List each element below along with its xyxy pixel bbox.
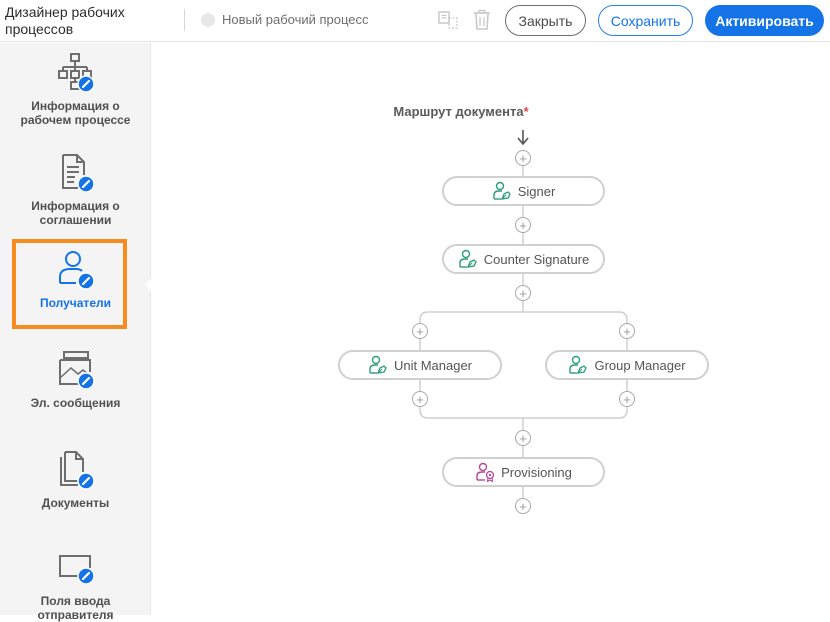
node-label: Signer (517, 183, 556, 199)
delete-button[interactable] (470, 8, 494, 32)
sidebar: Информация о рабочем процессе Информация… (0, 43, 151, 622)
sidebar-item-documents[interactable]: Документы (0, 450, 151, 510)
signer-icon (459, 249, 477, 268)
sidebar-item-sender-fields[interactable]: Поля ввода отправителя (0, 548, 151, 622)
node-unit-manager[interactable]: Unit Manager (338, 350, 502, 380)
app-title: Дизайнер рабочих процессов (5, 4, 125, 37)
signer-icon (569, 355, 588, 374)
add-step-button[interactable]: + (412, 323, 428, 339)
plus-icon: + (416, 323, 424, 339)
route-canvas (152, 43, 830, 615)
plus-icon: + (519, 285, 527, 301)
plus-icon: + (623, 323, 631, 339)
node-label: Unit Manager (393, 357, 473, 373)
add-step-button[interactable]: + (515, 498, 531, 514)
plus-icon: + (623, 391, 631, 407)
activate-button[interactable]: Активировать (705, 5, 824, 36)
add-step-button[interactable]: + (515, 430, 531, 446)
add-step-button[interactable]: + (515, 285, 531, 301)
sender-fields-icon (56, 548, 96, 588)
route-title: Маршрут документа* (0, 104, 830, 119)
header-divider (184, 9, 185, 31)
acceptor-icon (476, 462, 495, 482)
header: Дизайнер рабочих процессов Новый рабочий… (0, 0, 830, 42)
plus-icon: + (519, 498, 527, 514)
save-button[interactable]: Сохранить (598, 5, 693, 36)
sidebar-item-emails[interactable]: Эл. сообщения (0, 350, 151, 410)
node-signer[interactable]: Signer (442, 176, 605, 206)
node-provisioning[interactable]: Provisioning (442, 457, 605, 487)
status-indicator (201, 13, 215, 27)
close-button[interactable]: Закрыть (505, 5, 586, 36)
plus-icon: + (519, 430, 527, 446)
workflow-info-icon (56, 53, 96, 93)
required-mark: * (523, 104, 529, 119)
signer-icon (493, 181, 511, 200)
node-label: Counter Signature (483, 251, 590, 267)
emails-icon (56, 350, 96, 390)
route-title-text: Маршрут документа (393, 104, 524, 119)
node-counter-signature[interactable]: Counter Signature (442, 244, 605, 274)
sidebar-item-label: Документы (41, 496, 110, 510)
node-group-manager[interactable]: Group Manager (545, 350, 709, 380)
add-step-button[interactable]: + (515, 150, 531, 166)
add-step-button[interactable]: + (515, 217, 531, 233)
sidebar-item-agreement-info[interactable]: Информация о соглашении (0, 153, 151, 227)
plus-icon: + (519, 150, 527, 166)
trash-icon (474, 9, 490, 30)
add-step-button[interactable]: + (619, 391, 635, 407)
active-pointer (145, 277, 152, 293)
duplicate-icon (438, 11, 458, 29)
documents-icon (56, 450, 96, 490)
add-step-button[interactable]: + (412, 391, 428, 407)
node-label: Provisioning (501, 464, 572, 480)
node-label: Group Manager (594, 357, 686, 373)
recipients-icon (56, 250, 96, 290)
sidebar-item-label: Поля ввода отправителя (37, 594, 114, 622)
agreement-info-icon (56, 153, 96, 193)
workflow-name[interactable]: Новый рабочий процесс (222, 12, 369, 27)
duplicate-button[interactable] (436, 8, 460, 32)
sidebar-item-label: Получатели (40, 296, 111, 310)
sidebar-item-label: Информация о соглашении (31, 199, 120, 227)
sidebar-item-recipients[interactable]: Получатели (0, 250, 151, 310)
plus-icon: + (416, 391, 424, 407)
sidebar-item-label: Эл. сообщения (30, 396, 121, 410)
signer-icon (369, 355, 387, 374)
plus-icon: + (519, 217, 527, 233)
add-step-button[interactable]: + (619, 323, 635, 339)
